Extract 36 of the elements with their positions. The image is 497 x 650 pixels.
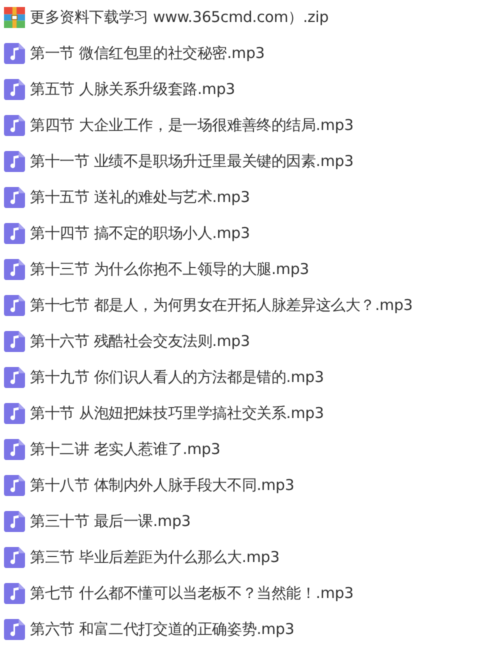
file-name[interactable]: 第五节 人脉关系升级套路.mp3 <box>30 80 236 98</box>
music-file-icon <box>4 186 25 208</box>
music-file-icon <box>4 474 25 496</box>
file-name[interactable]: 第四节 大企业工作，是一场很难善终的结局.mp3 <box>30 116 354 134</box>
file-name[interactable]: 第十四节 搞不定的职场小人.mp3 <box>30 224 250 242</box>
music-file-icon <box>4 402 25 424</box>
music-file-icon <box>4 294 25 316</box>
music-file-icon <box>4 510 25 532</box>
file-name[interactable]: 第十八节 体制内外人脉手段大不同.mp3 <box>30 476 294 494</box>
file-name[interactable]: 第十六节 残酷社会交友法则.mp3 <box>30 332 250 350</box>
music-file-icon <box>4 366 25 388</box>
music-file-icon <box>4 546 25 568</box>
file-name[interactable]: 第十二讲 老实人惹谁了.mp3 <box>30 440 220 458</box>
music-file-icon <box>4 438 25 460</box>
music-file-icon <box>4 330 25 352</box>
music-file-icon <box>4 114 25 136</box>
file-name[interactable]: 第十七节 都是人，为何男女在开拓人脉差异这么大？.mp3 <box>30 296 413 314</box>
music-file-icon <box>4 42 25 64</box>
music-file-icon <box>4 222 25 244</box>
music-file-icon <box>4 258 25 280</box>
file-name[interactable]: 第十节 从泡妞把妹技巧里学搞社交关系.mp3 <box>30 404 324 422</box>
file-name[interactable]: 第三节 毕业后差距为什么那么大.mp3 <box>30 548 280 566</box>
file-name[interactable]: 第六节 和富二代打交道的正确姿势.mp3 <box>30 620 294 638</box>
file-name[interactable]: 第一节 微信红包里的社交秘密.mp3 <box>30 44 265 62</box>
file-name[interactable]: 第十三节 为什么你抱不上领导的大腿.mp3 <box>30 260 310 278</box>
file-name[interactable]: 更多资料下载学习 www.365cmd.com）.zip <box>30 8 329 26</box>
file-name[interactable]: 第七节 什么都不懂可以当老板不？当然能！.mp3 <box>30 584 354 602</box>
file-name[interactable]: 第十一节 业绩不是职场升迁里最关键的因素.mp3 <box>30 152 354 170</box>
music-file-icon <box>4 582 25 604</box>
file-name[interactable]: 第十五节 送礼的难处与艺术.mp3 <box>30 188 250 206</box>
file-name[interactable]: 第三十节 最后一课.mp3 <box>30 512 191 530</box>
music-file-icon <box>4 78 25 100</box>
music-file-icon <box>4 618 25 640</box>
archive-icon <box>4 6 25 28</box>
music-file-icon <box>4 150 25 172</box>
file-name[interactable]: 第十九节 你们识人看人的方法都是错的.mp3 <box>30 368 324 386</box>
